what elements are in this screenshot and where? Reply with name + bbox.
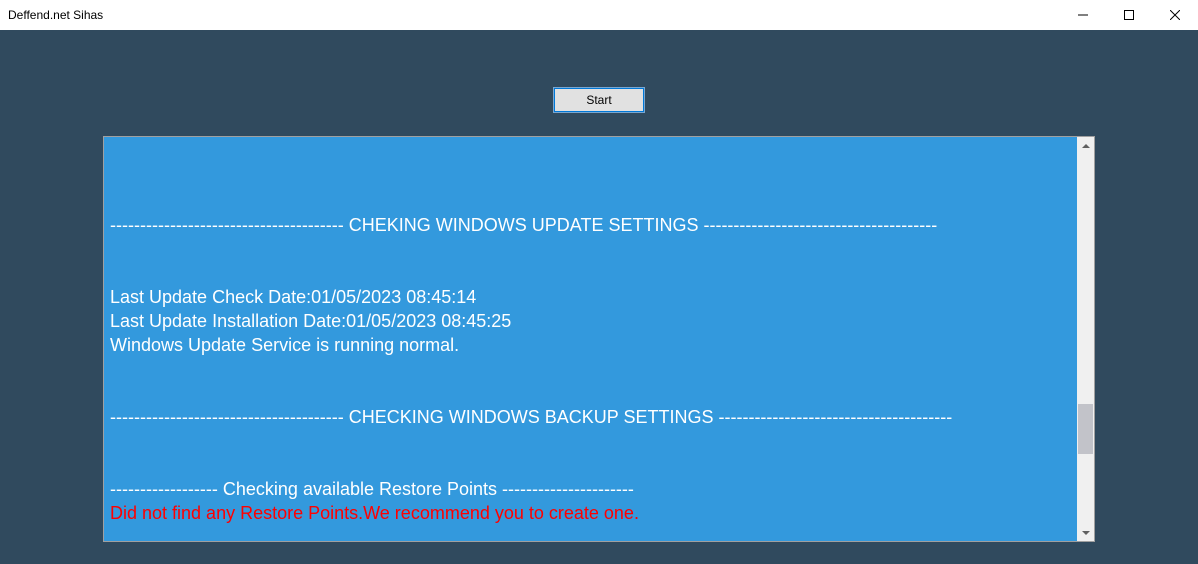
output-line: ------------------ Checking available Re… — [110, 477, 1071, 501]
scroll-thumb[interactable] — [1078, 404, 1093, 454]
app-body: Start ----------------------------------… — [0, 30, 1198, 564]
titlebar: Deffend.net Sihas — [0, 0, 1198, 30]
output-line: Windows Update Service is running normal… — [110, 333, 1071, 357]
output-line — [110, 357, 1071, 381]
output-line — [110, 381, 1071, 405]
maximize-button[interactable] — [1106, 0, 1152, 30]
output-line — [110, 429, 1071, 453]
output-line: Last Update Check Date:01/05/2023 08:45:… — [110, 285, 1071, 309]
output-panel: --------------------------------------- … — [103, 136, 1095, 542]
output-line — [110, 453, 1071, 477]
output-line: --------------------------------------- … — [110, 405, 1071, 429]
scroll-down-icon[interactable] — [1077, 524, 1094, 541]
output-text: --------------------------------------- … — [104, 137, 1077, 541]
output-line: --------------------------------------- … — [110, 213, 1071, 237]
output-line: Last Update Installation Date:01/05/2023… — [110, 309, 1071, 333]
output-line — [110, 237, 1071, 261]
output-line — [110, 189, 1071, 213]
output-line — [110, 165, 1071, 189]
scroll-track[interactable] — [1077, 154, 1094, 524]
output-line — [110, 141, 1071, 165]
minimize-button[interactable] — [1060, 0, 1106, 30]
vertical-scrollbar[interactable] — [1077, 137, 1094, 541]
output-line: Did not find any Restore Points.We recom… — [110, 501, 1071, 525]
scroll-up-icon[interactable] — [1077, 137, 1094, 154]
start-button[interactable]: Start — [554, 88, 644, 112]
window-title: Deffend.net Sihas — [8, 8, 103, 22]
close-button[interactable] — [1152, 0, 1198, 30]
window-controls — [1060, 0, 1198, 30]
output-line — [110, 261, 1071, 285]
